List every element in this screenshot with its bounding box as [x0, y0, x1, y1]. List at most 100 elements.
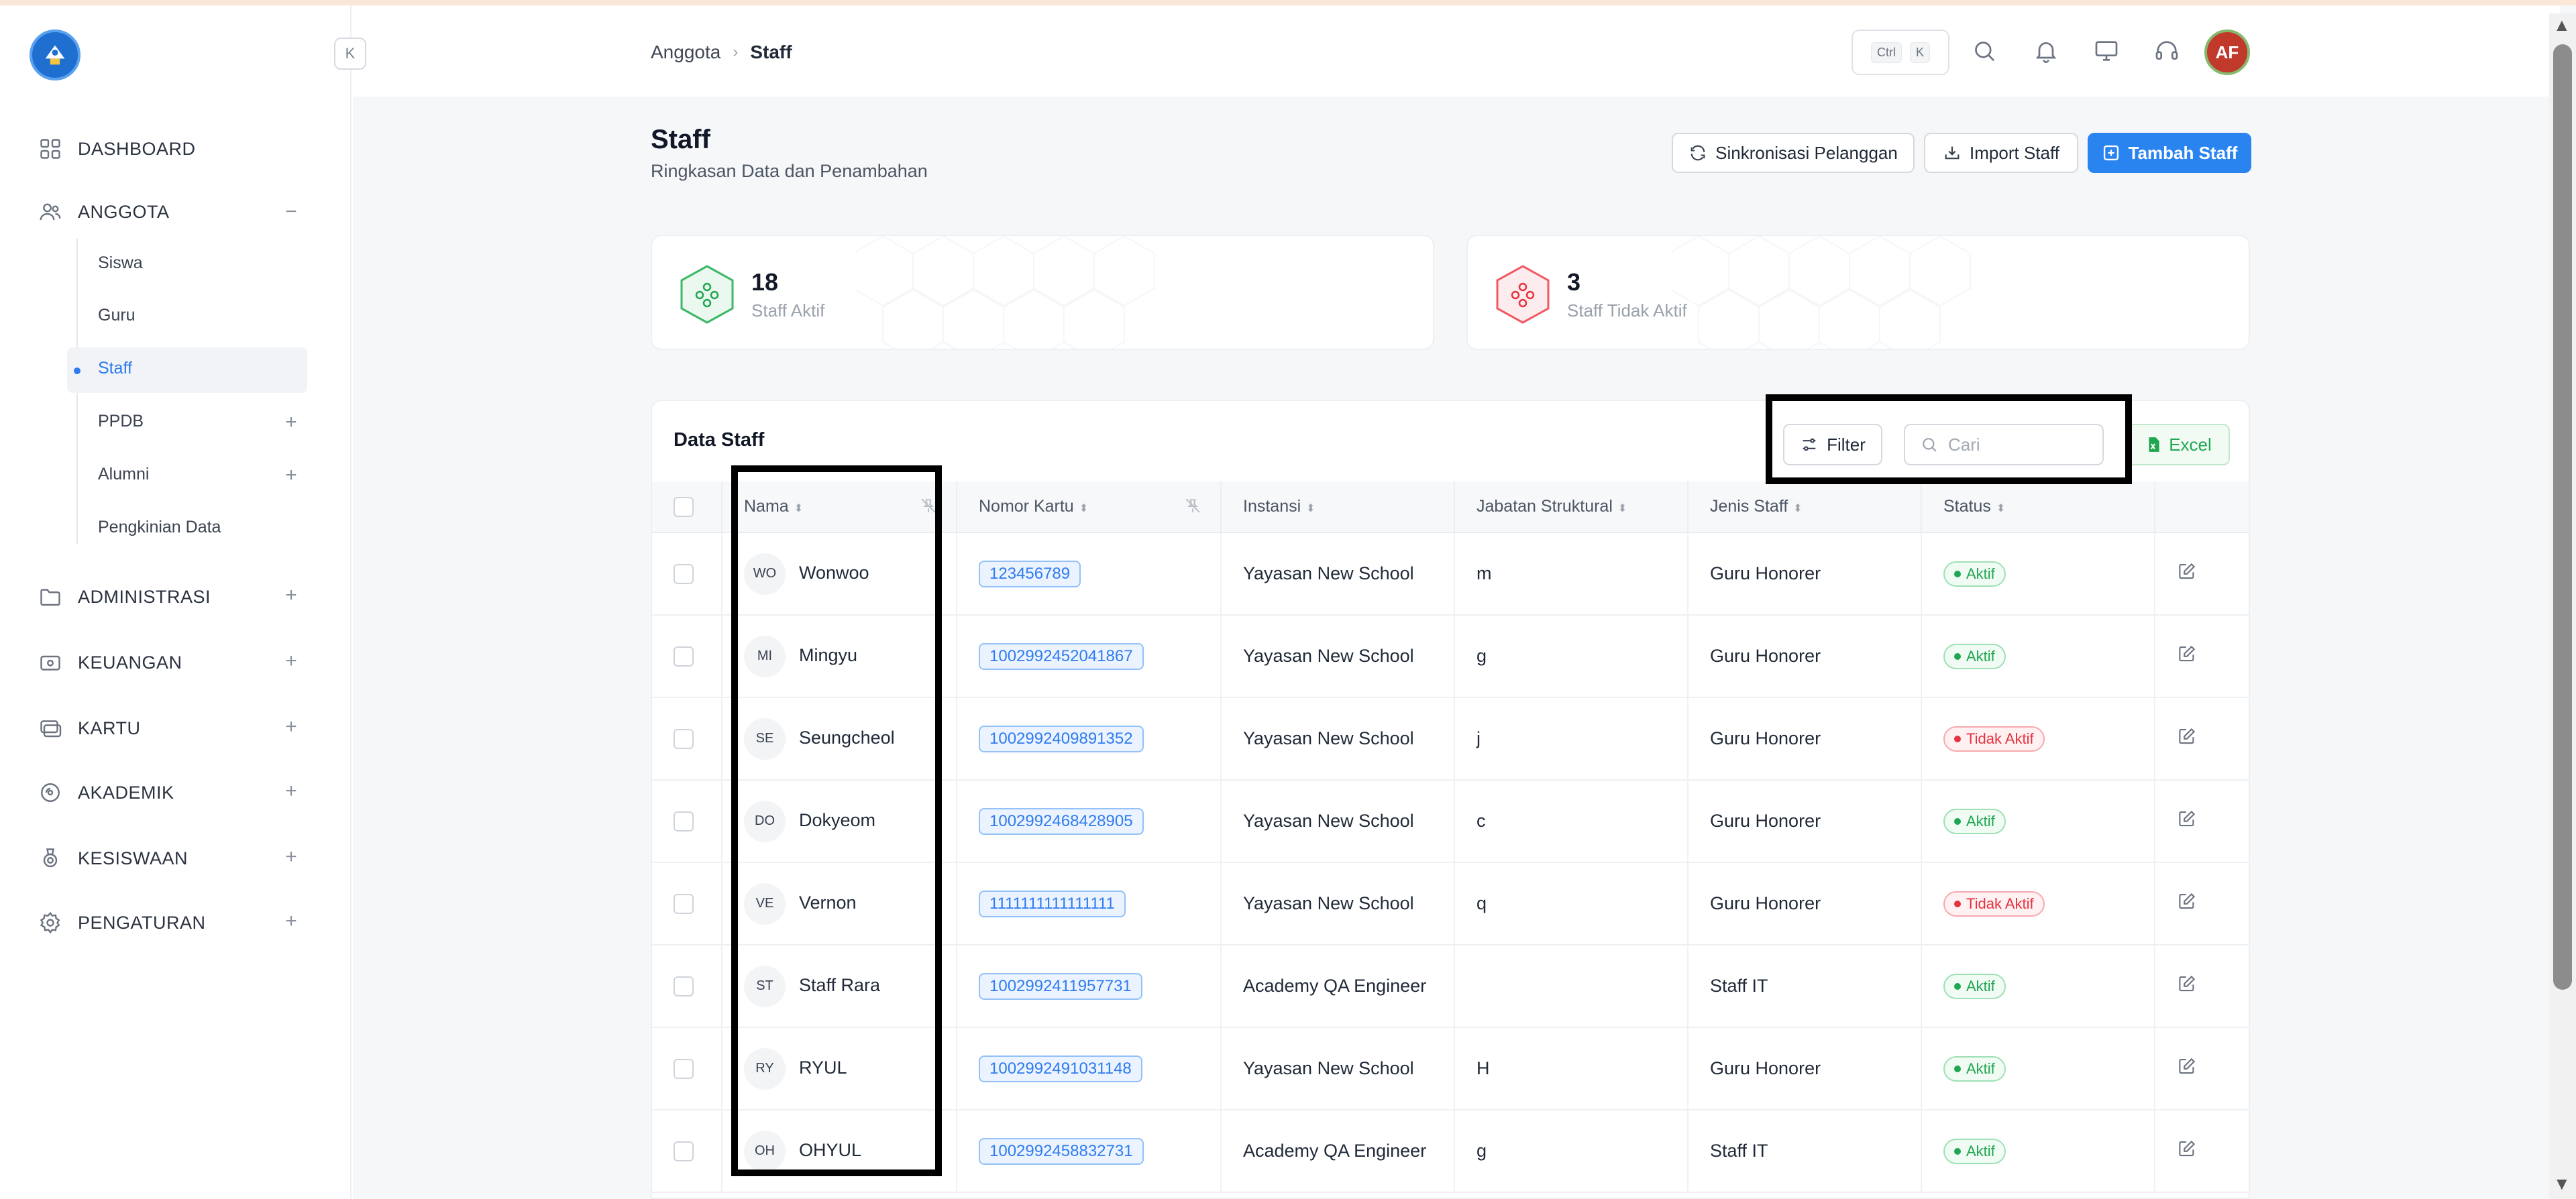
sidebar-subitem-pengkinian-data[interactable]: Pengkinian Data [98, 518, 221, 537]
row-checkbox[interactable] [674, 1141, 694, 1162]
card-number-badge[interactable]: 1002992452041867 [979, 642, 1144, 670]
table-row[interactable]: RY RYUL 1002992491031148 Yayasan New School… [652, 1027, 2249, 1110]
scroll-up-arrow-icon[interactable]: ▲ [2553, 15, 2571, 36]
table-row[interactable]: OH OHYUL 1002992458832731 Academy QA Engine… [652, 1110, 2249, 1193]
edit-icon[interactable] [2177, 1056, 2197, 1076]
pin-off-icon[interactable] [920, 497, 937, 514]
sidebar-item-pengaturan[interactable]: PENGATURAN [38, 909, 206, 936]
headset-icon[interactable] [2153, 38, 2180, 64]
edit-icon[interactable] [2177, 726, 2197, 746]
jabatan-cell: j [1454, 697, 1688, 781]
alumni-expand-toggle[interactable]: + [282, 465, 301, 486]
sidebar-item-kartu[interactable]: KARTU [38, 715, 141, 742]
card-number-badge[interactable]: 1002992468428905 [979, 807, 1144, 835]
select-all-checkbox[interactable] [674, 496, 694, 517]
edit-icon[interactable] [2177, 809, 2197, 829]
card-number-badge[interactable]: 1002992409891352 [979, 725, 1144, 752]
kesiswaan-expand-toggle[interactable]: + [282, 847, 301, 867]
staff-name: Mingyu [799, 644, 858, 665]
keuangan-expand-toggle[interactable]: + [282, 651, 301, 671]
sidebar-label: KARTU [78, 718, 141, 738]
col-label: Jenis Staff [1710, 497, 1788, 516]
jenis-cell: Guru Honorer [1688, 532, 1922, 616]
monitor-icon[interactable] [2093, 38, 2120, 64]
card-number-badge[interactable]: 123456789 [979, 560, 1081, 587]
table-row[interactable]: SE Seungcheol 1002992409891352 Yayasan New … [652, 697, 2249, 781]
app-logo[interactable] [30, 30, 80, 80]
row-select-cell [652, 1110, 722, 1193]
col-header-status[interactable]: Status ⬍ [1921, 481, 2155, 533]
pengaturan-expand-toggle[interactable]: + [282, 911, 301, 931]
add-staff-button[interactable]: Tambah Staff [2088, 133, 2251, 173]
edit-icon[interactable] [2177, 1139, 2197, 1159]
folder-icon [38, 584, 63, 610]
user-avatar[interactable]: AF [2204, 30, 2250, 75]
col-header-actions [2155, 481, 2249, 533]
anggota-collapse-toggle[interactable]: − [282, 202, 301, 222]
initials-avatar: DO [744, 800, 786, 842]
import-staff-button[interactable]: Import Staff [1924, 133, 2078, 173]
jenis-cell: Guru Honorer [1688, 615, 1922, 698]
row-checkbox[interactable] [674, 894, 694, 915]
card-number-badge[interactable]: 1002992458832731 [979, 1137, 1144, 1165]
top-accent-bar [0, 0, 2576, 5]
card-number-badge[interactable]: 1002992411957731 [979, 972, 1142, 1000]
table-row[interactable]: WO Wonwoo 123456789 Yayasan New School m Guru… [652, 532, 2249, 616]
row-checkbox[interactable] [674, 646, 694, 667]
instansi-cell: Yayasan New School [1221, 532, 1455, 616]
status-dot-icon [1954, 982, 1961, 990]
akademik-expand-toggle[interactable]: + [282, 781, 301, 801]
edit-icon[interactable] [2177, 644, 2197, 664]
sync-customers-button[interactable]: Sinkronisasi Pelanggan [1672, 133, 1915, 173]
pin-off-icon[interactable] [1184, 497, 1201, 514]
row-checkbox[interactable] [674, 729, 694, 750]
breadcrumb-parent[interactable]: Anggota [651, 42, 720, 63]
sidebar-item-administrasi[interactable]: ADMINISTRASI [38, 583, 211, 610]
search-icon[interactable] [1971, 38, 1998, 64]
table-row[interactable]: MI Mingyu 1002992452041867 Yayasan New Scho… [652, 615, 2249, 698]
sidebar-subitem-alumni[interactable]: Alumni [98, 465, 149, 484]
edit-icon[interactable] [2177, 561, 2197, 581]
col-header-nama[interactable]: Nama ⬍ [722, 481, 957, 533]
card-number-badge[interactable]: 1002992491031148 [979, 1055, 1142, 1082]
sidebar-subitem-guru[interactable]: Guru [98, 306, 136, 325]
sidebar-item-akademik[interactable]: AKADEMIK [38, 779, 174, 806]
sidebar-item-anggota[interactable]: ANGGOTA [38, 198, 170, 225]
table-row[interactable]: VE Vernon 1111111111111111 Yayasan New Scho… [652, 862, 2249, 946]
sidebar-subitem-staff[interactable]: Staff [98, 359, 132, 378]
table-row[interactable]: DO Dokyeom 1002992468428905 Yayasan New Sch… [652, 780, 2249, 863]
col-header-nomor-kartu[interactable]: Nomor Kartu ⬍ [957, 481, 1222, 533]
scrollbar-thumb[interactable] [2553, 44, 2572, 990]
table-row[interactable]: ST Staff Rara 1002992411957731 Academy QA E… [652, 945, 2249, 1028]
row-checkbox[interactable] [674, 811, 694, 832]
ppdb-expand-toggle[interactable]: + [282, 412, 301, 433]
scroll-down-arrow-icon[interactable]: ▼ [2553, 1174, 2571, 1194]
card-number-badge[interactable]: 1111111111111111 [979, 890, 1126, 917]
row-checkbox[interactable] [674, 976, 694, 997]
staff-name: Vernon [799, 892, 857, 913]
row-checkbox[interactable] [674, 564, 694, 585]
sidebar-subitem-ppdb[interactable]: PPDB [98, 412, 144, 431]
administrasi-expand-toggle[interactable]: + [282, 585, 301, 606]
sidebar-item-kesiswaan[interactable]: KESISWAAN [38, 845, 188, 872]
instansi-cell: Yayasan New School [1221, 1027, 1455, 1110]
command-palette-shortcut[interactable]: Ctrl K [1851, 30, 1949, 75]
status-label: Aktif [1966, 977, 1995, 994]
actions-cell [2155, 532, 2249, 616]
col-label: Jabatan Struktural [1477, 497, 1613, 516]
sidebar-item-dashboard[interactable]: DASHBOARD [38, 135, 196, 162]
edit-icon[interactable] [2177, 891, 2197, 911]
filter-button[interactable]: Filter [1783, 424, 1882, 465]
edit-icon[interactable] [2177, 974, 2197, 994]
col-header-jabatan[interactable]: Jabatan Struktural ⬍ [1454, 481, 1688, 533]
col-header-jenis[interactable]: Jenis Staff ⬍ [1688, 481, 1922, 533]
export-excel-button[interactable]: Excel [2127, 424, 2230, 465]
col-header-instansi[interactable]: Instansi ⬍ [1221, 481, 1455, 533]
bell-icon[interactable] [2033, 38, 2059, 64]
sidebar-subitem-siswa[interactable]: Siswa [98, 253, 143, 273]
sidebar-item-keuangan[interactable]: KEUANGAN [38, 649, 182, 676]
search-input[interactable]: Cari [1904, 424, 2104, 465]
row-checkbox[interactable] [674, 1059, 694, 1080]
sidebar-collapse-button[interactable]: K [334, 38, 366, 70]
kartu-expand-toggle[interactable]: + [282, 717, 301, 737]
